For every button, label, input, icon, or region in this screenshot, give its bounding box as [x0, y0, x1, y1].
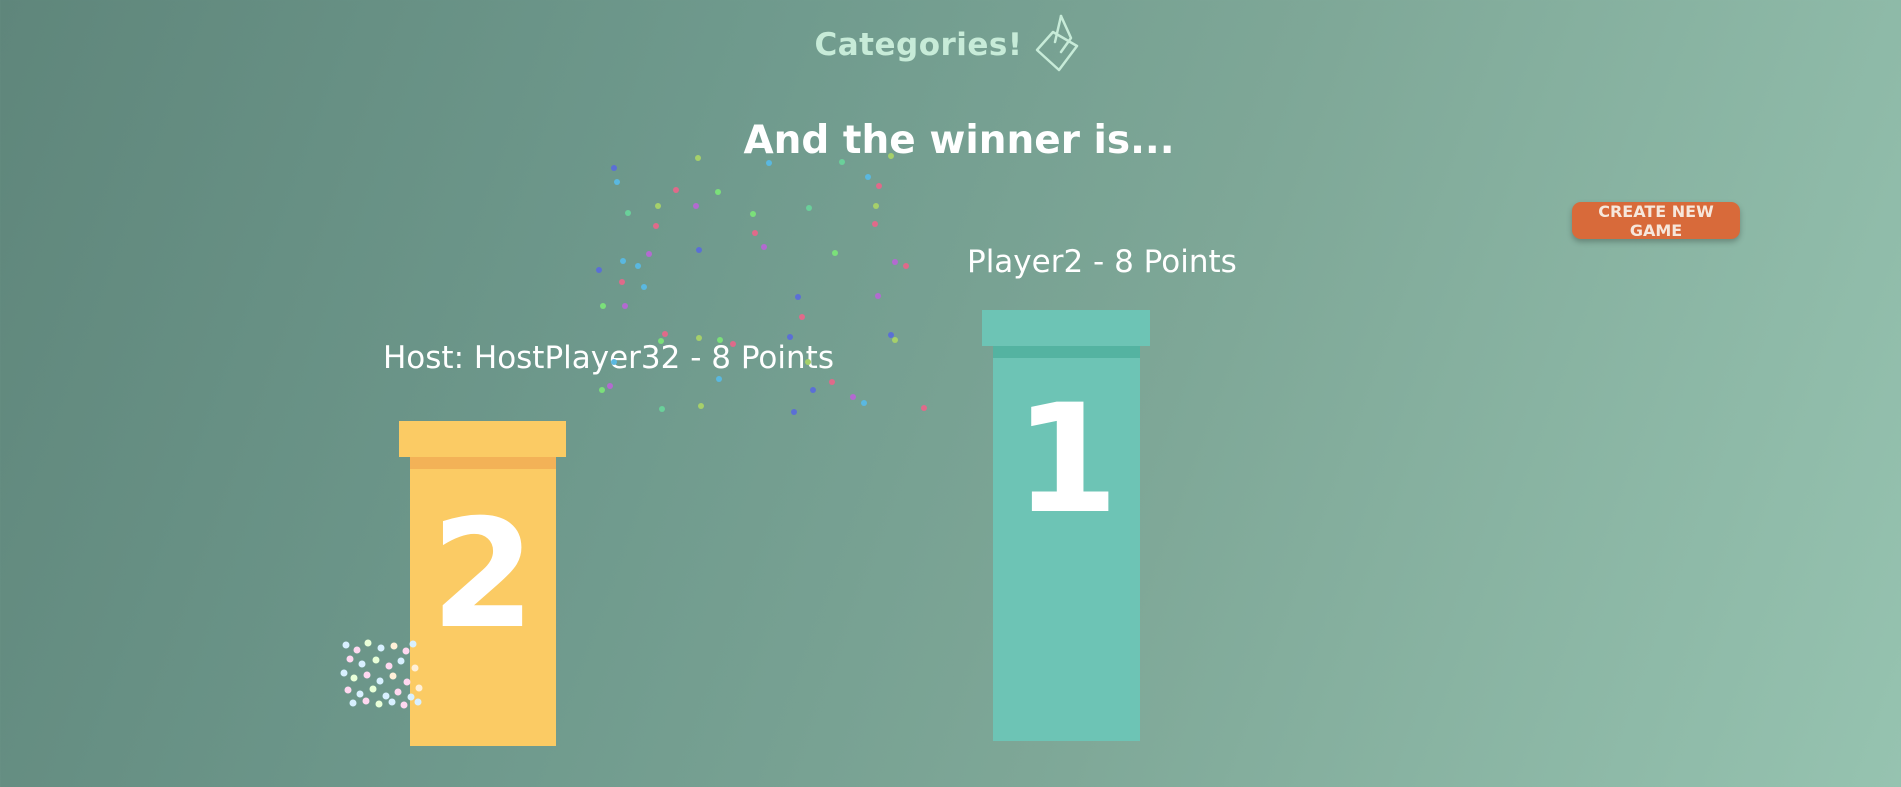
card-icon	[1035, 14, 1078, 72]
first-place-label: Player2 - 8 Points	[967, 244, 1237, 280]
second-place-label: Host: HostPlayer32 - 8 Points	[383, 340, 834, 376]
rank-number: 1	[1014, 373, 1119, 547]
podium-band	[410, 457, 556, 469]
winner-heading: And the winner is...	[743, 118, 1175, 163]
podium-cap	[399, 421, 566, 457]
podium-cap	[982, 310, 1150, 346]
rank-number: 2	[430, 488, 536, 662]
create-new-game-button[interactable]: CREATE NEW GAME	[1572, 202, 1740, 240]
app-title: Categories!	[814, 27, 1023, 63]
podium-band	[993, 346, 1140, 358]
app-header: Categories!	[0, 10, 1901, 80]
